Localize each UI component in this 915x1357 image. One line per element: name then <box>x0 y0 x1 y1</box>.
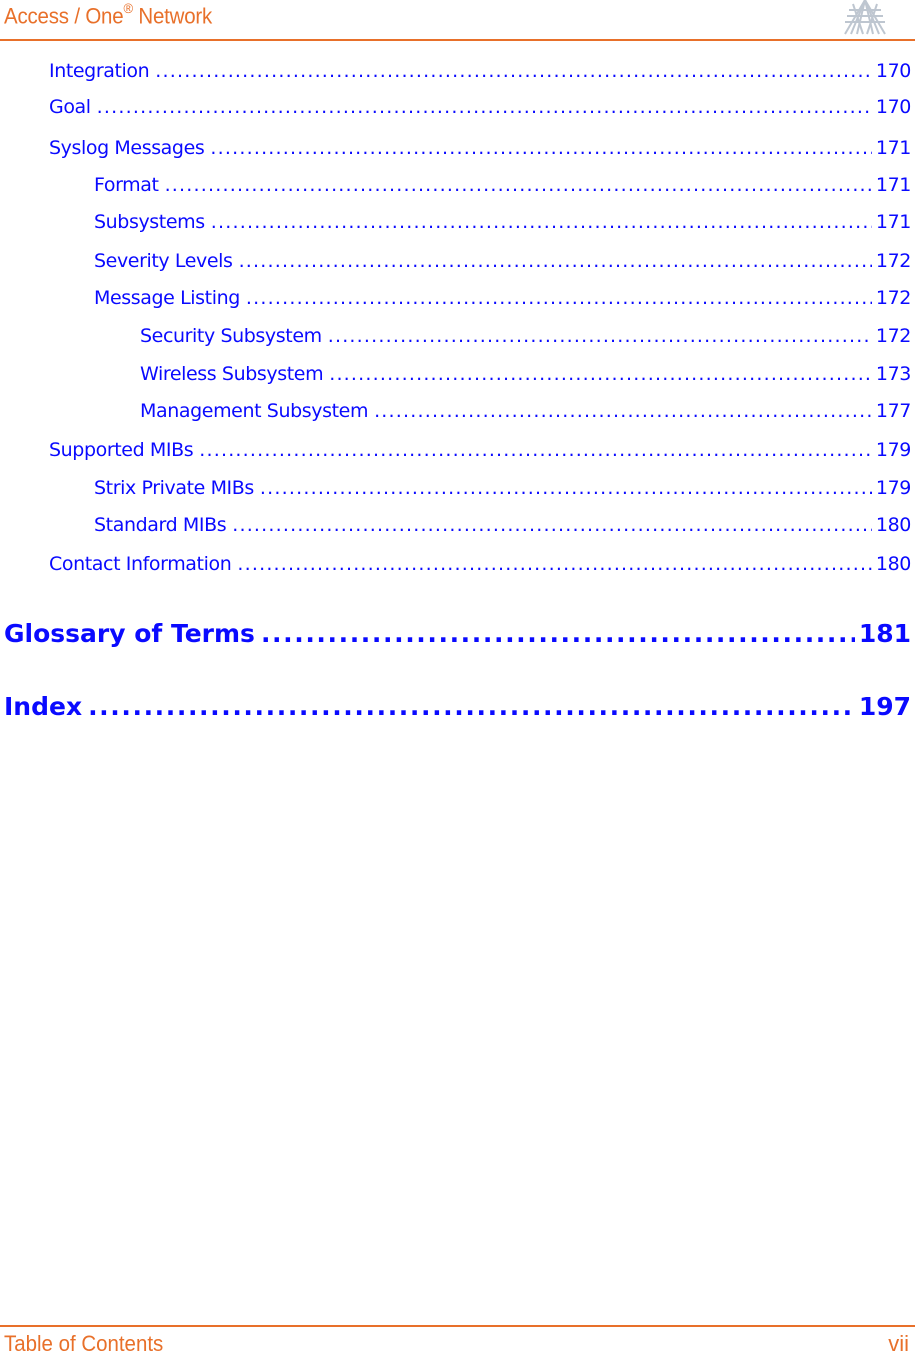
toc-entry-page: 173 <box>875 363 911 385</box>
toc-entry-page: 179 <box>875 439 911 461</box>
toc-entry-label: Management Subsystem <box>140 400 369 422</box>
footer-divider <box>0 1325 915 1327</box>
toc-entry-label: Standard MIBs <box>94 514 227 536</box>
dot-leader <box>328 325 872 347</box>
title-prefix: Access / One <box>4 3 124 29</box>
toc-chapter-page: 181 <box>858 619 911 648</box>
toc-entry-wireless-subsystem[interactable]: Wireless Subsystem 173 <box>140 363 911 385</box>
toc-entry-label: Message Listing <box>94 287 240 309</box>
toc-entry-format[interactable]: Format 171 <box>94 174 911 196</box>
toc-entry-label: Wireless Subsystem <box>140 363 324 385</box>
toc-entry-page: 179 <box>875 477 911 499</box>
toc-entry-label: Severity Levels <box>94 250 233 272</box>
toc-entry-label: Subsystems <box>94 211 205 233</box>
toc-entry-label: Supported MIBs <box>49 439 194 461</box>
toc-entry-label: Contact Information <box>49 553 232 575</box>
toc-entry-label: Format <box>94 174 159 196</box>
toc-entry-page: 170 <box>875 96 911 118</box>
dot-leader <box>261 619 855 648</box>
dot-leader <box>88 692 855 721</box>
toc-entry-message-listing[interactable]: Message Listing 172 <box>94 287 911 309</box>
toc-entry-subsystems[interactable]: Subsystems 171 <box>94 211 911 233</box>
toc-entry-integration[interactable]: Integration 170 <box>49 60 911 82</box>
dot-leader <box>246 287 872 309</box>
dot-leader <box>239 250 872 272</box>
dot-leader <box>165 174 872 196</box>
toc-entry-severity-levels[interactable]: Severity Levels 172 <box>94 250 911 272</box>
dot-leader <box>210 137 872 159</box>
dot-leader <box>374 400 872 422</box>
toc-entry-page: 171 <box>875 211 911 233</box>
toc-chapter-index[interactable]: Index 197 <box>4 692 911 721</box>
dot-leader <box>232 514 872 536</box>
toc-chapter-page: 197 <box>858 692 911 721</box>
toc-entry-page: 172 <box>875 250 911 272</box>
toc-entry-standard-mibs[interactable]: Standard MIBs 180 <box>94 514 911 536</box>
toc-entry-label: Strix Private MIBs <box>94 477 254 499</box>
dot-leader <box>260 477 872 499</box>
dot-leader <box>155 60 872 82</box>
toc-entry-page: 172 <box>875 287 911 309</box>
dot-leader <box>237 553 872 575</box>
toc-entry-label: Goal <box>49 96 91 118</box>
toc-entry-strix-private-mibs[interactable]: Strix Private MIBs 179 <box>94 477 911 499</box>
dot-leader <box>97 96 872 118</box>
toc-entry-supported-mibs[interactable]: Supported MIBs 179 <box>49 439 911 461</box>
toc-entry-page: 171 <box>875 174 911 196</box>
toc-chapter-glossary-of-terms[interactable]: Glossary of Terms 181 <box>4 619 911 648</box>
footer-section-title: Table of Contents <box>4 1331 164 1356</box>
dot-leader <box>199 439 872 461</box>
toc-entry-page: 180 <box>875 553 911 575</box>
toc-entry-label: Integration <box>49 60 150 82</box>
toc-entry-page: 171 <box>875 137 911 159</box>
document-title: Access / One® Network <box>4 0 213 29</box>
toc-entry-contact-information[interactable]: Contact Information 180 <box>49 553 911 575</box>
toc-entry-syslog-messages[interactable]: Syslog Messages 171 <box>49 137 911 159</box>
toc-entry-goal[interactable]: Goal 170 <box>49 96 911 118</box>
toc-entry-management-subsystem[interactable]: Management Subsystem 177 <box>140 400 911 422</box>
strix-logo-icon <box>844 0 886 35</box>
registered-mark: ® <box>123 0 133 16</box>
toc-entry-page: 177 <box>875 400 911 422</box>
dot-leader <box>211 211 872 233</box>
footer-page-number: vii <box>888 1331 909 1356</box>
toc-chapter-label: Glossary of Terms <box>4 619 255 648</box>
dot-leader <box>329 363 872 385</box>
toc-entry-security-subsystem[interactable]: Security Subsystem 172 <box>140 325 911 347</box>
header-divider <box>0 39 915 41</box>
title-suffix: Network <box>132 3 213 29</box>
toc-entry-page: 180 <box>875 514 911 536</box>
toc-entry-label: Security Subsystem <box>140 325 322 347</box>
toc-entry-page: 170 <box>875 60 911 82</box>
toc-entry-label: Syslog Messages <box>49 137 205 159</box>
toc-chapter-label: Index <box>4 692 83 721</box>
toc-entry-page: 172 <box>875 325 911 347</box>
